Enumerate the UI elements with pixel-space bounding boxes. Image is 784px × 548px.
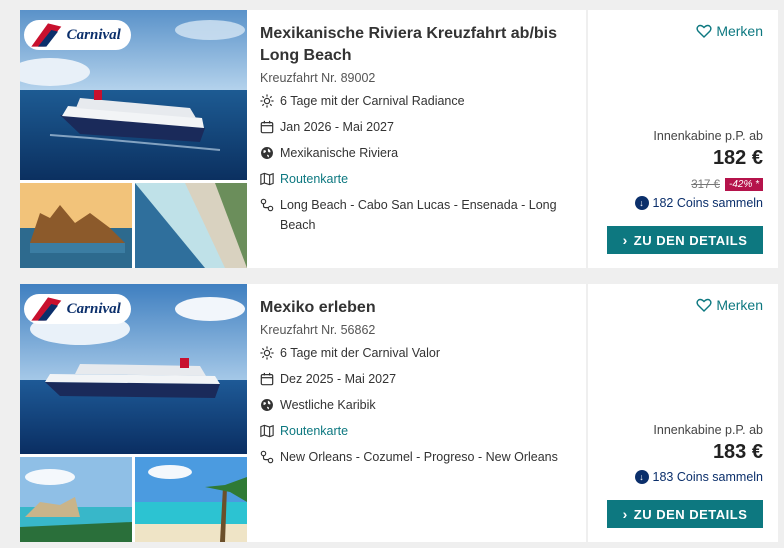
logo-text: Carnival — [66, 300, 121, 317]
cruise-number: Kreuzfahrt Nr. 89002 — [260, 71, 376, 85]
save-button[interactable]: Merken — [696, 23, 763, 39]
carnival-logo: Carnival — [24, 294, 131, 324]
map-icon — [260, 169, 280, 189]
ship-photo[interactable]: Carnival — [20, 10, 247, 180]
save-label: Merken — [716, 23, 763, 39]
ship-row: 6 Tage mit der Carnival Valor — [260, 343, 580, 363]
cabin-label: Innenkabine p.P. ab — [653, 129, 763, 143]
cruise-number: Kreuzfahrt Nr. 56862 — [260, 323, 376, 337]
carnival-logo: Carnival — [24, 20, 131, 50]
heart-icon — [696, 24, 712, 38]
price-panel: Merken Innenkabine p.P. ab 182 € 317 € -… — [588, 10, 778, 268]
cruise-images[interactable]: Carnival — [20, 10, 247, 268]
chevron-right-icon: › — [622, 232, 628, 248]
route-text: Long Beach - Cabo San Lucas - Ensenada -… — [280, 198, 557, 232]
region-text: Mexikanische Riviera — [280, 146, 399, 160]
coins-text: 182 Coins sammeln — [652, 196, 763, 210]
coin-icon: ↓ — [634, 196, 649, 210]
globe-icon — [260, 143, 280, 163]
calendar-icon — [260, 369, 280, 389]
dates-text: Jan 2026 - Mai 2027 — [280, 120, 394, 134]
carnival-funnel-icon — [31, 297, 62, 321]
route-map-row[interactable]: Routenkarte — [260, 421, 580, 441]
region-row: Westliche Karibik — [260, 395, 580, 415]
dates-row: Jan 2026 - Mai 2027 — [260, 117, 580, 137]
discount-badge: -42% * — [724, 178, 763, 191]
save-label: Merken — [716, 297, 763, 313]
cruise-info: Mexikanische Riviera Kreuzfahrt ab/bis L… — [260, 10, 580, 235]
ship-text: 6 Tage mit der Carnival Valor — [280, 346, 441, 360]
ship-row: 6 Tage mit der Carnival Radiance — [260, 91, 580, 111]
route-map-link[interactable]: Routenkarte — [280, 421, 348, 441]
price: 182 € — [712, 147, 763, 169]
map-icon — [260, 421, 280, 441]
price: 183 € — [712, 441, 763, 463]
cabin-label: Innenkabine p.P. ab — [653, 423, 763, 437]
route-row: Long Beach - Cabo San Lucas - Ensenada -… — [260, 195, 580, 235]
details-label: ZU DEN DETAILS — [633, 506, 748, 522]
globe-icon — [260, 395, 280, 415]
calendar-icon — [260, 117, 280, 137]
route-map-row[interactable]: Routenkarte — [260, 169, 580, 189]
destination-photo[interactable] — [135, 183, 247, 268]
ship-photo[interactable]: Carnival — [20, 284, 247, 454]
destination-photo[interactable] — [135, 457, 247, 542]
cruise-card[interactable]: Carnival Mexikanische Riviera Kreuzfahrt… — [20, 10, 778, 268]
route-icon — [260, 195, 280, 215]
cruise-info: Mexiko erleben Kreuzfahrt Nr. 56862 6 Ta… — [260, 284, 580, 467]
dates-row: Dez 2025 - Mai 2027 — [260, 369, 580, 389]
details-button[interactable]: › ZU DEN DETAILS — [607, 226, 763, 254]
old-price: 317 € — [691, 178, 720, 191]
details-button[interactable]: › ZU DEN DETAILS — [607, 500, 763, 528]
discount-row: 317 € -42% * — [691, 178, 763, 191]
dates-text: Dez 2025 - Mai 2027 — [280, 372, 397, 386]
heart-icon — [696, 298, 712, 312]
cruise-title[interactable]: Mexikanische Riviera Kreuzfahrt ab/bis L… — [260, 23, 580, 67]
chevron-right-icon: › — [622, 506, 628, 522]
carnival-funnel-icon — [31, 23, 62, 47]
route-text: New Orleans - Cozumel - Progreso - New O… — [280, 450, 558, 464]
save-button[interactable]: Merken — [696, 297, 763, 313]
region-row: Mexikanische Riviera — [260, 143, 580, 163]
logo-text: Carnival — [66, 26, 121, 43]
cruise-card[interactable]: Carnival Mexiko erleben Kreuzfahrt Nr. 5… — [20, 284, 778, 542]
region-text: Westliche Karibik — [280, 398, 376, 412]
coins-text: 183 Coins sammeln — [652, 470, 763, 484]
details-label: ZU DEN DETAILS — [633, 232, 748, 248]
sun-icon — [260, 91, 280, 111]
route-row: New Orleans - Cozumel - Progreso - New O… — [260, 447, 580, 467]
destination-photo[interactable] — [20, 183, 132, 268]
route-map-link[interactable]: Routenkarte — [280, 169, 348, 189]
coins-info: ↓ 182 Coins sammeln — [634, 196, 763, 210]
coin-icon: ↓ — [634, 470, 649, 484]
ship-text: 6 Tage mit der Carnival Radiance — [280, 94, 465, 108]
price-panel: Merken Innenkabine p.P. ab 183 € ↓ 183 C… — [588, 284, 778, 542]
route-icon — [260, 447, 280, 467]
coins-info: ↓ 183 Coins sammeln — [634, 470, 763, 484]
cruise-title[interactable]: Mexiko erleben — [260, 297, 580, 319]
cruise-images[interactable]: Carnival — [20, 284, 247, 542]
destination-photo[interactable] — [20, 457, 132, 542]
sun-icon — [260, 343, 280, 363]
